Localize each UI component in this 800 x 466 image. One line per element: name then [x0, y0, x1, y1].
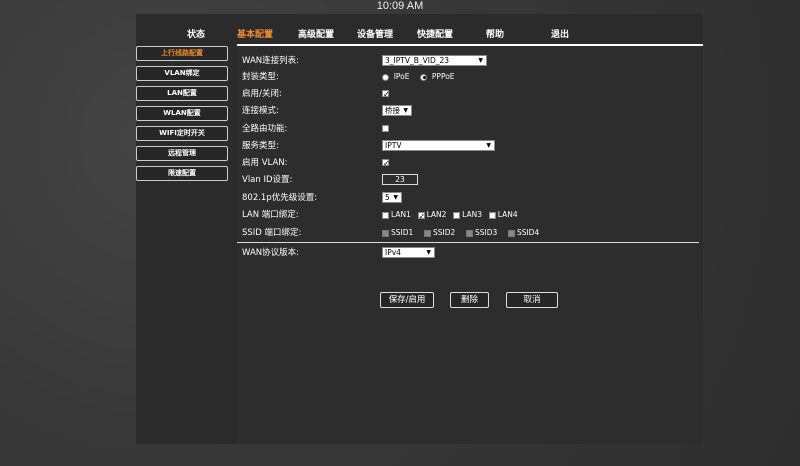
wan-list-value: 3_IPTV_B_VID_23	[385, 56, 450, 65]
sidebar-item-wlan-config[interactable]: WLAN配置	[136, 106, 228, 121]
vlan-enable-label: 启用 VLAN:	[242, 158, 288, 168]
ssid3-checkbox[interactable]	[465, 229, 473, 237]
sidebar-menu: 上行线路配置 VLAN绑定 LAN配置 WLAN配置 WIFI定时开关 远程管理…	[136, 46, 234, 186]
nav-quick-config[interactable]: 快捷配置	[417, 27, 453, 40]
priority-select[interactable]: 5 ▼	[382, 192, 402, 203]
priority-value: 5	[385, 193, 390, 202]
ssid2-label: SSID2	[432, 228, 456, 237]
service-value: IPTV	[385, 141, 402, 150]
delete-button[interactable]: 删除	[450, 292, 489, 308]
save-apply-button[interactable]: 保存/启用	[380, 292, 434, 308]
sidebar-item-remote-management[interactable]: 远程管理	[136, 146, 228, 161]
ssid1-label: SSID1	[391, 228, 414, 237]
encap-pppoe-radio[interactable]	[420, 73, 428, 81]
lan-bind-label: LAN 端口绑定:	[242, 210, 299, 220]
router-admin-frame: 状态 基本配置 高级配置 设备管理 快捷配置 帮助 退出 上行线路配置 VLAN…	[136, 14, 703, 444]
sidebar-item-speed-limit[interactable]: 限速配置	[136, 166, 228, 181]
lan2-label: LAN2	[426, 210, 447, 219]
chevron-down-icon: ▼	[393, 194, 398, 201]
nav-logout[interactable]: 退出	[551, 27, 569, 40]
vlan-id-label: Vlan ID设置:	[242, 175, 293, 185]
sidebar-item-lan-config[interactable]: LAN配置	[136, 86, 228, 101]
encap-pppoe-label: PPPoE	[431, 72, 455, 81]
lan2-checkbox[interactable]	[417, 210, 425, 224]
vlan-id-input[interactable]: 23	[382, 174, 418, 185]
conn-mode-select[interactable]: 桥接 ▼	[382, 105, 412, 116]
wan-config-panel: WAN连接列表: 3_IPTV_B_VID_23 ▼ 封装类型: IPoE PP…	[237, 44, 703, 444]
ssid-bind-label: SSID 端口绑定:	[242, 228, 302, 238]
service-select[interactable]: IPTV ▼	[382, 140, 495, 151]
nav-device-management[interactable]: 设备管理	[357, 27, 393, 40]
conn-mode-label: 连接模式:	[242, 106, 279, 116]
vlan-enable-checkbox[interactable]	[382, 157, 390, 171]
routing-label: 全路由功能:	[242, 124, 288, 134]
routing-checkbox[interactable]	[382, 125, 389, 132]
sidebar-item-vlan-binding[interactable]: VLAN绑定	[136, 66, 228, 81]
conn-mode-value: 桥接	[385, 106, 400, 115]
wan-list-select[interactable]: 3_IPTV_B_VID_23 ▼	[382, 55, 487, 66]
chevron-down-icon: ▼	[486, 142, 491, 149]
encap-ipoe-label: IPoE	[393, 72, 410, 81]
ssid1-checkbox[interactable]	[382, 229, 389, 237]
chevron-down-icon: ▼	[403, 107, 408, 114]
ssid4-checkbox[interactable]	[507, 229, 515, 237]
lan1-checkbox[interactable]	[382, 211, 389, 219]
service-label: 服务类型:	[242, 141, 279, 151]
enable-checkbox[interactable]	[382, 88, 390, 102]
cancel-button[interactable]: 取消	[506, 292, 558, 308]
wan-protocol-label: WAN协议版本:	[242, 248, 299, 258]
chevron-down-icon: ▼	[478, 57, 483, 64]
wan-list-label: WAN连接列表:	[242, 56, 299, 66]
sidebar-item-uplink-config[interactable]: 上行线路配置	[136, 46, 228, 61]
system-clock: 10:09 AM	[376, 0, 424, 12]
lan4-label: LAN4	[497, 210, 518, 219]
enable-label: 启用/关闭:	[242, 89, 282, 99]
priority-label: 802.1p优先级设置:	[242, 193, 318, 203]
lan4-checkbox[interactable]	[488, 211, 496, 219]
encap-ipoe-radio[interactable]	[382, 73, 389, 81]
ssid2-checkbox[interactable]	[423, 229, 431, 237]
ssid4-label: SSID4	[516, 228, 540, 237]
lan3-label: LAN3	[462, 210, 483, 219]
ssid3-label: SSID3	[474, 228, 498, 237]
nav-basic-config[interactable]: 基本配置	[237, 27, 273, 40]
top-navigation: 状态 基本配置 高级配置 设备管理 快捷配置 帮助 退出	[136, 14, 703, 44]
wan-protocol-value: IPv4	[385, 248, 401, 257]
wan-protocol-select[interactable]: IPv4 ▼	[382, 247, 435, 258]
chevron-down-icon: ▼	[426, 249, 431, 256]
nav-advanced-config[interactable]: 高级配置	[298, 27, 334, 40]
encap-label: 封装类型:	[242, 72, 279, 82]
nav-help[interactable]: 帮助	[486, 27, 504, 40]
sidebar-item-wifi-timer[interactable]: WIFI定时开关	[136, 126, 228, 141]
lan3-checkbox[interactable]	[453, 211, 461, 219]
section-divider	[237, 242, 699, 243]
nav-status[interactable]: 状态	[187, 27, 205, 40]
lan1-label: LAN1	[391, 210, 411, 219]
